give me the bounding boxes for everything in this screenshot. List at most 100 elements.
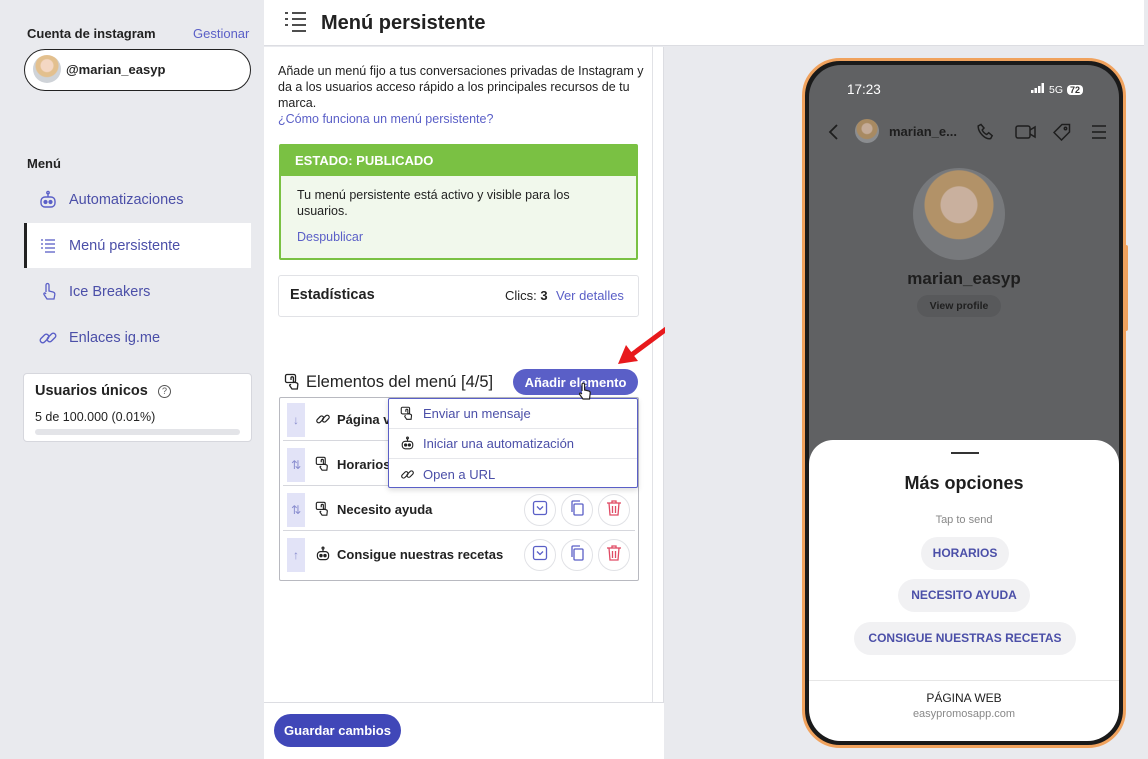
pointer-hand-icon (38, 282, 58, 302)
dropdown-item-open-url[interactable]: Open a URL (389, 459, 637, 489)
menu-icon[interactable] (1091, 124, 1107, 145)
expand-button[interactable] (524, 539, 556, 571)
phone-call-icon[interactable] (977, 123, 995, 146)
chevron-down-icon (532, 545, 548, 566)
more-options-sheet: Más opciones Tap to send HORARIOS NECESI… (809, 440, 1119, 741)
chevron-down-icon (532, 500, 548, 521)
trash-icon (606, 544, 622, 567)
robot-icon (315, 546, 331, 567)
unique-users-progress (35, 429, 240, 435)
sidebar-item-ice-breakers[interactable]: Ice Breakers (24, 269, 251, 314)
message-icon (284, 373, 302, 396)
phone-screen: 17:23 5G 72 marian_e... marian_easyp Vie… (809, 65, 1119, 741)
add-element-dropdown: Enviar un mensaje Iniciar una automatiza… (388, 398, 638, 488)
video-call-icon[interactable] (1015, 124, 1037, 145)
sidebar-item-label: Ice Breakers (69, 283, 151, 300)
drag-handle[interactable]: ⇅ (287, 448, 305, 482)
clicks-label: Clics: (505, 288, 537, 303)
tag-icon[interactable] (1052, 123, 1071, 146)
chat-avatar (855, 119, 879, 143)
link-icon (399, 467, 415, 482)
menu-element-row[interactable]: ⇅ Necesito ayuda (283, 488, 635, 531)
sidebar: Cuenta de instagram Gestionar @marian_ea… (0, 0, 264, 759)
menu-element-label: Página v (337, 412, 391, 427)
dropdown-item-start-automation[interactable]: Iniciar una automatización (389, 429, 637, 459)
status-card: ESTADO: PUBLICADO Tu menú persistente es… (279, 144, 638, 260)
message-icon (399, 406, 415, 421)
duplicate-button[interactable] (561, 494, 593, 526)
stats-title: Estadísticas (290, 287, 375, 303)
cursor-hand-icon (578, 382, 591, 400)
tap-to-send-hint: Tap to send (935, 514, 993, 526)
link-icon (38, 328, 58, 348)
trash-icon (606, 499, 622, 522)
duplicate-button[interactable] (561, 539, 593, 571)
web-link-title[interactable]: PÁGINA WEB (809, 691, 1119, 705)
dropdown-item-send-message[interactable]: Enviar un mensaje (389, 399, 637, 429)
chat-name: marian_e... (889, 124, 957, 139)
web-link-url: easypromosapp.com (912, 708, 1016, 720)
drag-handle[interactable]: ⇅ (287, 493, 305, 527)
link-icon (315, 411, 331, 432)
main-panel: Añade un menú fijo a tus conversaciones … (264, 47, 672, 759)
copy-icon (569, 499, 585, 522)
network-label: 5G (1049, 83, 1064, 96)
help-link[interactable]: ¿Cómo funciona un menú persistente? (278, 112, 493, 126)
signal-icon (1031, 83, 1045, 96)
unpublish-link[interactable]: Despublicar (297, 230, 363, 244)
account-avatar (33, 55, 61, 83)
message-icon (315, 501, 331, 522)
option-consigue-recetas[interactable]: CONSIGUE NUESTRAS RECETAS (854, 622, 1076, 655)
dropdown-item-label: Iniciar una automatización (423, 436, 575, 451)
dropdown-item-label: Open a URL (423, 466, 496, 482)
view-profile-button[interactable]: View profile (917, 295, 1001, 317)
page-title: Menú persistente (321, 12, 486, 34)
phone-preview-panel: 17:23 5G 72 marian_e... marian_easyp Vie… (665, 47, 1144, 759)
view-details-link[interactable]: Ver detalles (556, 288, 624, 303)
menu-element-row[interactable]: ↑ Consigue nuestras recetas (283, 533, 635, 576)
account-selector[interactable]: @marian_easyp (24, 49, 251, 91)
dropdown-item-label: Enviar un mensaje (423, 406, 531, 421)
battery-icon: 72 (1067, 84, 1084, 95)
scrollbar[interactable] (652, 47, 653, 702)
profile-avatar (913, 168, 1005, 260)
unique-users-value: 5 de 100.000 (0.01%) (35, 410, 156, 424)
sidebar-item-enlaces[interactable]: Enlaces ig.me (24, 315, 251, 360)
delete-button[interactable] (598, 494, 630, 526)
list-icon (38, 236, 58, 256)
page-header: Menú persistente (264, 0, 1144, 46)
save-bar: Guardar cambios (264, 702, 664, 759)
option-necesito-ayuda[interactable]: NECESITO AYUDA (898, 579, 1030, 612)
option-horarios[interactable]: HORARIOS (921, 537, 1009, 570)
stats-card: Estadísticas Clics: 3 Ver detalles (278, 275, 639, 317)
menu-heading: Menú (27, 156, 61, 171)
phone-status-bar: 5G 72 (1031, 83, 1084, 96)
save-button[interactable]: Guardar cambios (274, 714, 401, 747)
page-description: Añade un menú fijo a tus conversaciones … (278, 64, 644, 110)
unique-users-card: Usuarios únicos ? 5 de 100.000 (0.01%) (23, 373, 252, 442)
delete-button[interactable] (598, 539, 630, 571)
back-arrow-icon[interactable] (827, 123, 839, 146)
menu-element-label: Necesito ayuda (337, 502, 433, 517)
sheet-handle[interactable] (951, 452, 979, 454)
help-icon[interactable]: ? (158, 385, 171, 398)
profile-name: marian_easyp (907, 269, 1021, 288)
clicks-count: Clics: 3 (505, 288, 548, 303)
sidebar-item-automatizaciones[interactable]: Automatizaciones (24, 177, 251, 222)
drag-handle[interactable]: ↑ (287, 538, 305, 572)
sidebar-item-label: Menú persistente (69, 237, 181, 254)
manage-account-link[interactable]: Gestionar (193, 26, 249, 41)
copy-icon (569, 544, 585, 567)
robot-icon (38, 190, 58, 210)
status-heading: ESTADO: PUBLICADO (281, 146, 636, 176)
sidebar-item-menu-persistente[interactable]: Menú persistente (24, 223, 251, 268)
menu-element-label: Consigue nuestras recetas (337, 547, 504, 562)
drag-handle[interactable]: ↓ (287, 403, 305, 437)
divider (809, 680, 1119, 681)
add-element-button[interactable]: Añadir elemento (513, 369, 638, 395)
account-label: Cuenta de instagram (27, 26, 156, 41)
menu-element-label: Horarios (337, 457, 391, 472)
status-text: Tu menú persistente está activo y visibl… (297, 188, 570, 218)
expand-button[interactable] (524, 494, 556, 526)
menu-elements-title: Elementos del menú [4/5] (306, 373, 494, 391)
